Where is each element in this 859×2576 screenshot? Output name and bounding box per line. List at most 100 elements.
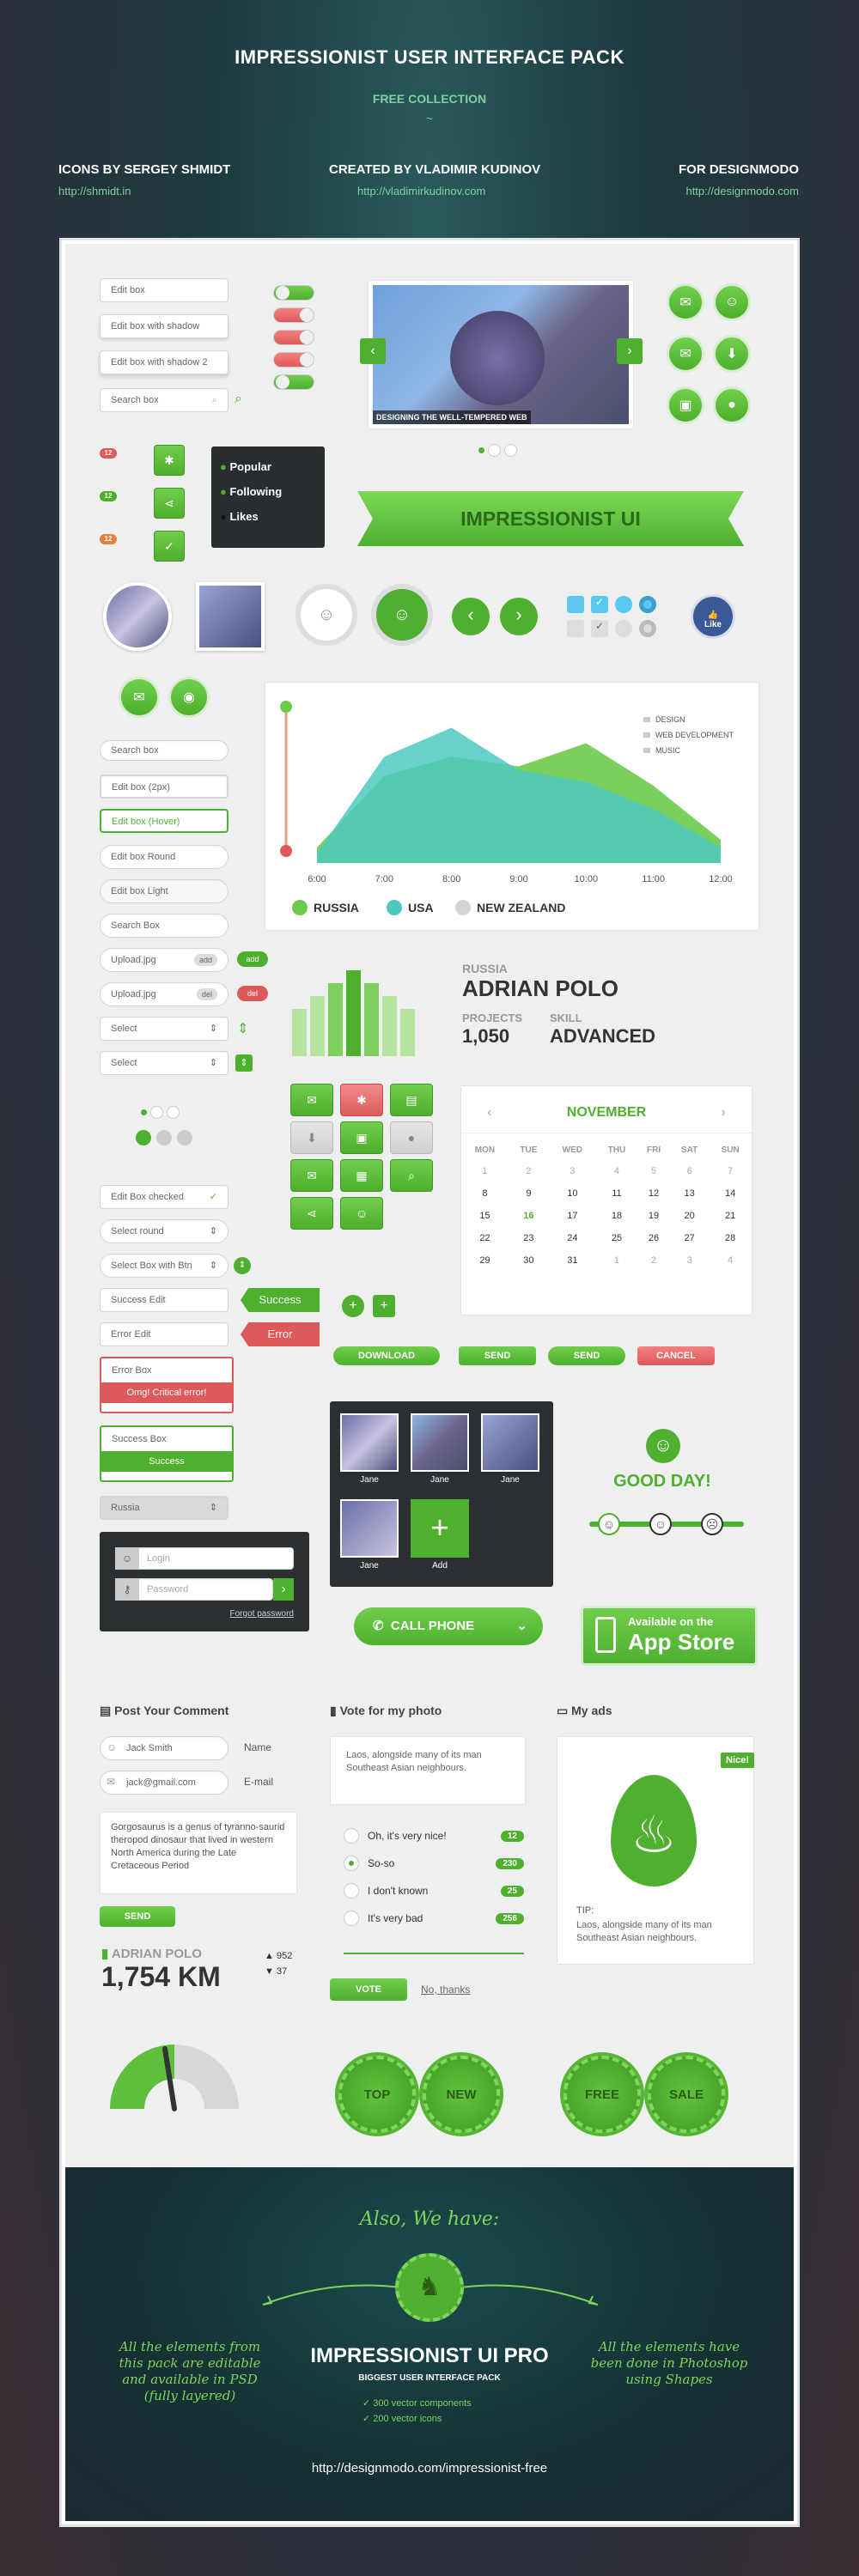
search-green-icon[interactable]: ⌕ [235, 392, 242, 407]
success-edit[interactable]: Success Edit [100, 1288, 228, 1312]
picture-icon[interactable]: ▣ [340, 1121, 383, 1154]
edit-box-light[interactable]: Edit box Light [100, 879, 228, 903]
login-input[interactable]: Login [115, 1547, 294, 1570]
download-gray-icon[interactable]: ⬇ [290, 1121, 333, 1154]
image-icon[interactable]: ▣ [667, 386, 704, 424]
credit-icons-link[interactable]: http://shmidt.in [58, 185, 316, 197]
vote-radio[interactable] [344, 1883, 359, 1899]
calendar-day[interactable]: 11 [596, 1182, 637, 1205]
calendar-day[interactable]: 3 [670, 1249, 709, 1272]
promo-url[interactable]: http://designmodo.com/impressionist-free [65, 2461, 794, 2476]
comment-send-button[interactable]: SEND [100, 1906, 175, 1927]
calendar-day[interactable]: 25 [596, 1227, 637, 1249]
envelope-icon[interactable]: ✉ [290, 1159, 333, 1192]
gallery-thumb[interactable] [340, 1499, 399, 1558]
send-button[interactable]: SEND [459, 1346, 536, 1365]
briefcase-icon[interactable]: ▤ [390, 1084, 433, 1116]
vote-option[interactable]: So-so 230 [344, 1850, 524, 1877]
magnifier-icon[interactable]: ⌕ [390, 1159, 433, 1192]
select-btn-icon[interactable]: ⇕ [235, 1054, 253, 1072]
add-square-icon[interactable]: + [373, 1295, 395, 1317]
calendar-prev-icon[interactable]: ‹ [487, 1105, 491, 1121]
calendar-day[interactable]: 14 [709, 1182, 752, 1205]
calendar-day[interactable]: 6 [670, 1160, 709, 1182]
edit-box[interactable]: Edit box [100, 278, 228, 302]
select-round[interactable]: Select round ⇕ [100, 1219, 228, 1243]
calendar-day[interactable]: 5 [637, 1160, 670, 1182]
checkbox-gray[interactable] [567, 620, 584, 637]
forgot-password-link[interactable]: Forgot password [115, 1609, 294, 1619]
calendar-day[interactable]: 4 [709, 1249, 752, 1272]
mood-sad-icon[interactable]: ☹ [701, 1513, 723, 1535]
radio-gray-checked[interactable] [639, 620, 656, 637]
checkbox-blue[interactable] [567, 596, 584, 613]
calendar-day[interactable]: 2 [637, 1249, 670, 1272]
vote-button[interactable]: VOTE [330, 1978, 407, 2001]
app-store-button[interactable]: Available on the App Store [581, 1606, 758, 1666]
calendar-day[interactable]: 1 [596, 1249, 637, 1272]
edit-box-checked[interactable]: Edit Box checked ✓ [100, 1185, 228, 1209]
calendar-day[interactable]: 26 [637, 1227, 670, 1249]
calendar-next-icon[interactable]: › [722, 1105, 726, 1121]
email-icon[interactable]: ✉ [119, 677, 160, 718]
cancel-button[interactable]: CANCEL [637, 1346, 715, 1365]
arrow-right-icon[interactable]: › [500, 598, 538, 635]
calendar-day[interactable]: 7 [709, 1160, 752, 1182]
name-input[interactable]: Jack Smith [100, 1736, 228, 1760]
vote-option[interactable]: I don't known 25 [344, 1877, 524, 1905]
toggle-on[interactable] [273, 285, 314, 301]
edit-box-shadow[interactable]: Edit box with shadow [100, 314, 228, 338]
calendar-day[interactable]: 28 [709, 1227, 752, 1249]
edit-box-2px[interactable]: Edit box (2px) [100, 775, 228, 799]
email-input[interactable]: jack@gmail.com [100, 1771, 228, 1795]
calendar-day[interactable]: 17 [549, 1205, 596, 1227]
chat-bubble-icon[interactable]: ✉ [290, 1084, 333, 1116]
edit-box-hover[interactable]: Edit box (Hover) [100, 809, 228, 833]
calendar-day[interactable]: 3 [549, 1160, 596, 1182]
chat-icon[interactable]: ✉ [667, 283, 704, 321]
gallery-add-button[interactable]: + [411, 1499, 469, 1558]
share-network-icon[interactable]: ⋖ [290, 1197, 333, 1230]
mood-neutral-icon[interactable]: ☺ [649, 1513, 672, 1535]
calendar-day[interactable]: 29 [461, 1249, 509, 1272]
toggle-off-red-2[interactable] [273, 330, 314, 345]
calendar-day[interactable]: 10 [549, 1182, 596, 1205]
dropdown-item-likes[interactable]: ● Likes [220, 510, 316, 523]
calendar-day[interactable]: 24 [549, 1227, 596, 1249]
login-submit-button[interactable]: › [273, 1578, 294, 1601]
toggle-on-2[interactable] [273, 374, 314, 390]
calendar-day[interactable]: 2 [509, 1160, 549, 1182]
gallery-thumb[interactable] [411, 1413, 469, 1472]
download-icon[interactable]: ⬇ [713, 335, 751, 373]
checkbox-gray-checked[interactable]: ✓ [591, 620, 608, 637]
dropdown-item-popular[interactable]: ● Popular [220, 460, 316, 473]
checkbox-blue-checked[interactable]: ✓ [591, 596, 608, 613]
select-box-2[interactable]: Select ⇕ [100, 1051, 228, 1075]
dot-active[interactable] [478, 447, 484, 453]
upload-field[interactable]: Upload.jpg add [100, 948, 228, 972]
search-box-round[interactable]: Search box [100, 740, 228, 761]
bug-icon[interactable]: ✱ [340, 1084, 383, 1116]
dropdown-item-following[interactable]: ● Following [220, 485, 316, 498]
pin-icon[interactable]: ● [390, 1121, 433, 1154]
calendar-day[interactable]: 27 [670, 1227, 709, 1249]
calendar-day[interactable]: 13 [670, 1182, 709, 1205]
calendar-day[interactable]: 9 [509, 1182, 549, 1205]
share-icon[interactable]: ⋖ [154, 488, 185, 519]
gallery-thumb[interactable] [481, 1413, 539, 1472]
call-phone-button[interactable]: ✆ CALL PHONE ⌄ [354, 1607, 543, 1645]
calendar-day[interactable]: 21 [709, 1205, 752, 1227]
location-icon[interactable]: ● [713, 386, 751, 424]
slider-next-button[interactable]: › [617, 338, 643, 364]
calendar-day[interactable]: 1 [461, 1160, 509, 1182]
slider-prev-button[interactable]: ‹ [360, 338, 386, 364]
select-with-btn[interactable]: Select Box with Btn ⇕ [100, 1254, 228, 1278]
select-box[interactable]: Select ⇕ [100, 1017, 228, 1041]
no-thanks-link[interactable]: No, thanks [421, 1984, 470, 1996]
radio-gray[interactable] [615, 620, 632, 637]
vote-radio[interactable] [344, 1911, 359, 1926]
radio-blue[interactable] [615, 596, 632, 613]
like-button[interactable]: 👍 Like [691, 594, 735, 639]
calendar-day[interactable]: 18 [596, 1205, 637, 1227]
mood-happy-icon[interactable]: ☺ [598, 1513, 620, 1535]
